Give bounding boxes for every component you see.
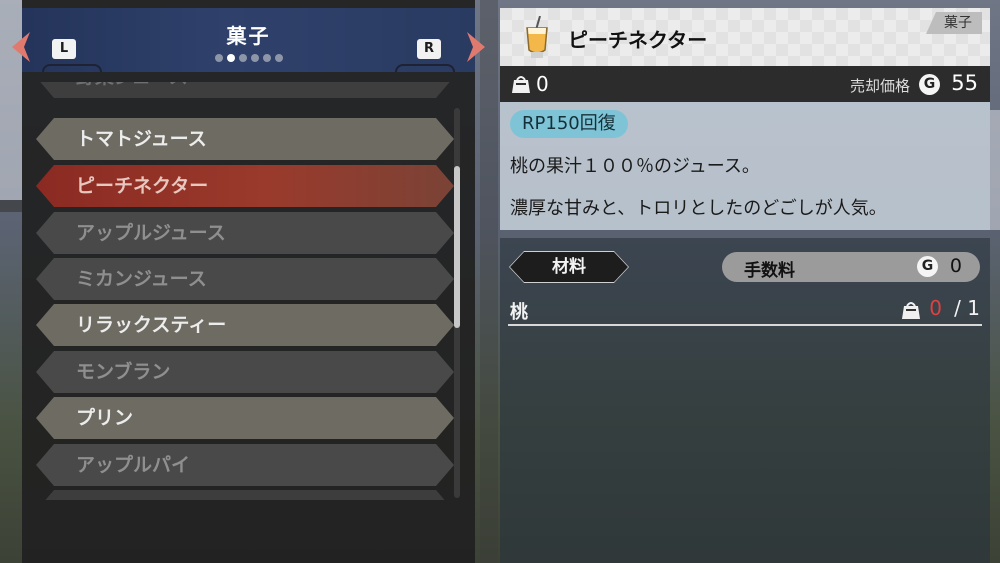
page-dot (238, 54, 247, 62)
page-dot-active (226, 54, 235, 62)
page-dot (262, 54, 271, 62)
page-indicator (22, 54, 475, 62)
background-window (990, 110, 1000, 230)
description-line: 濃厚な甘みと、トロリとしたのどごしが人気。 (510, 198, 887, 219)
materials-section: 材料 手数料 G 0 桃 0 / 1 (500, 238, 990, 563)
effect-badge: RP150回復 (510, 110, 628, 138)
next-category-button[interactable] (465, 32, 487, 62)
material-need-count: / 1 (954, 296, 980, 320)
sell-price-value: 55 (951, 71, 978, 95)
drink-glass-icon (522, 15, 552, 64)
bag-icon (900, 300, 922, 324)
sell-price-label: 売却価格 (849, 77, 910, 95)
fee-bar: 手数料 G 0 (722, 252, 980, 282)
list-item[interactable]: ミカンジュース (36, 258, 454, 300)
r-key-icon: R (417, 39, 441, 59)
item-name: ピーチネクター (568, 28, 708, 52)
gold-coin-icon: G (917, 256, 938, 277)
page-dot (250, 54, 259, 62)
background-beam (480, 0, 498, 563)
list-item[interactable] (36, 490, 454, 500)
item-detail-header: ピーチネクター 菓子 (500, 8, 990, 66)
category-title: 菓子 (226, 24, 271, 48)
background-window (0, 0, 22, 200)
item-list-panel: L 菓子 R 野菜ジュース トマトジュース ピーチネクター アップルジュース ミ… (12, 0, 485, 563)
cloud-ornament-right (395, 64, 455, 72)
list-scrollbar[interactable] (454, 108, 460, 498)
scrollbar-thumb[interactable] (454, 166, 460, 328)
category-tag: 菓子 (926, 12, 982, 34)
materials-label: 材料 (510, 252, 628, 282)
material-name: 桃 (510, 302, 528, 323)
list-item[interactable]: 野菜ジュース (36, 82, 454, 98)
owned-count: 0 (536, 72, 549, 96)
description-line: 桃の果汁１００％のジュース。 (510, 156, 760, 177)
list-item[interactable]: プリン (36, 397, 454, 439)
background-beam (0, 200, 22, 212)
list-item[interactable]: トマトジュース (36, 118, 454, 160)
list-item[interactable]: アップルパイ (36, 444, 454, 486)
list-item[interactable]: リラックスティー (36, 304, 454, 346)
gold-coin-icon: G (919, 74, 940, 95)
chevron-right-icon (467, 32, 485, 62)
item-description-box: RP150回復 桃の果汁１００％のジュース。 濃厚な甘みと、トロリとしたのどごし… (500, 102, 990, 230)
item-list: 野菜ジュース トマトジュース ピーチネクター アップルジュース ミカンジュース … (36, 82, 456, 500)
item-stat-bar: 0 売却価格 G 55 (500, 66, 990, 102)
bag-icon (510, 74, 532, 98)
list-item[interactable]: モンブラン (36, 351, 454, 393)
material-row: 桃 0 / 1 (508, 296, 982, 326)
page-dot (214, 54, 223, 62)
cloud-ornament-left (42, 64, 102, 72)
list-item[interactable]: アップルジュース (36, 212, 454, 254)
fee-value: 0 (949, 255, 962, 277)
page-dot (274, 54, 283, 62)
fee-label: 手数料 (744, 261, 795, 281)
category-header: L 菓子 R (12, 8, 485, 72)
list-item-selected[interactable]: ピーチネクター (36, 165, 454, 207)
material-have-count: 0 (929, 296, 942, 320)
